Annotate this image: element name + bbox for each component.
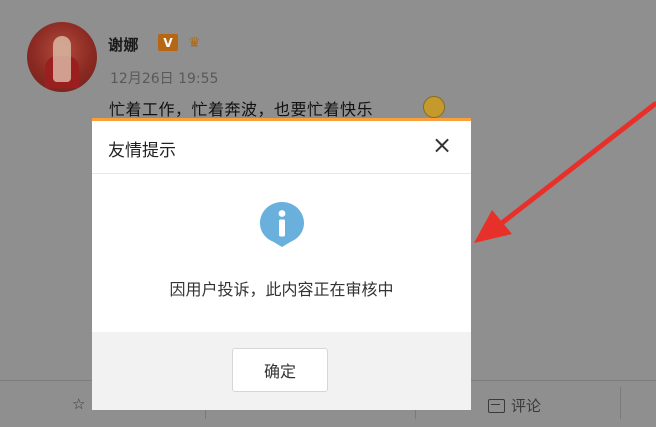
star-icon: ☆ — [72, 395, 86, 413]
v-verified-icon: V — [158, 34, 178, 51]
dialog-footer: 确定 — [92, 332, 471, 410]
dialog-header: 友情提示 × — [92, 121, 471, 174]
screen: 谢娜 V ♛ 12月26日 19:55 忙着工作，忙着奔波，也要忙着快乐 ☆ 评… — [0, 0, 656, 427]
post-text: 忙着工作，忙着奔波，也要忙着快乐 — [109, 100, 374, 119]
info-icon — [260, 202, 304, 247]
dialog: 友情提示 × 因用户投诉，此内容正在审核中 确定 — [92, 118, 471, 410]
dialog-message: 因用户投诉，此内容正在审核中 — [169, 280, 394, 299]
comment-button[interactable]: 评论 — [488, 395, 541, 416]
username[interactable]: 谢娜 — [108, 34, 139, 55]
action-divider — [620, 387, 621, 419]
crown-icon: ♛ — [188, 35, 201, 51]
comment-icon — [488, 398, 505, 413]
avatar-figure-shape — [53, 36, 71, 82]
avatar[interactable] — [27, 22, 97, 92]
emoji-icon — [423, 96, 445, 118]
post-timestamp[interactable]: 12月26日 19:55 — [110, 68, 218, 88]
dialog-title: 友情提示 — [108, 141, 176, 161]
favorite-button[interactable]: ☆ — [72, 395, 85, 413]
comment-label: 评论 — [511, 397, 542, 415]
confirm-button[interactable]: 确定 — [232, 348, 328, 392]
close-icon[interactable]: × — [429, 133, 455, 159]
